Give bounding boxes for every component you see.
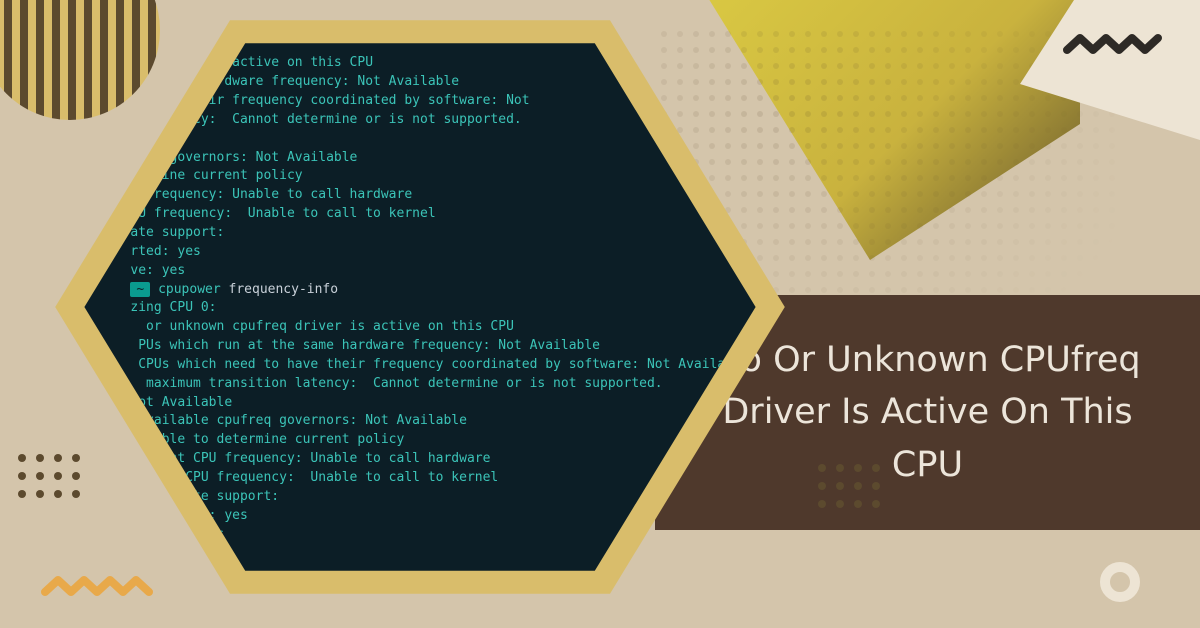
ring-icon <box>1100 562 1140 602</box>
dot-grid-decoration <box>818 464 880 508</box>
terminal-screenshot: eq driver is active on this CPU the same… <box>70 26 769 587</box>
zigzag-icon <box>1062 30 1172 60</box>
hexagon-frame: eq driver is active on this CPU the same… <box>40 2 800 612</box>
